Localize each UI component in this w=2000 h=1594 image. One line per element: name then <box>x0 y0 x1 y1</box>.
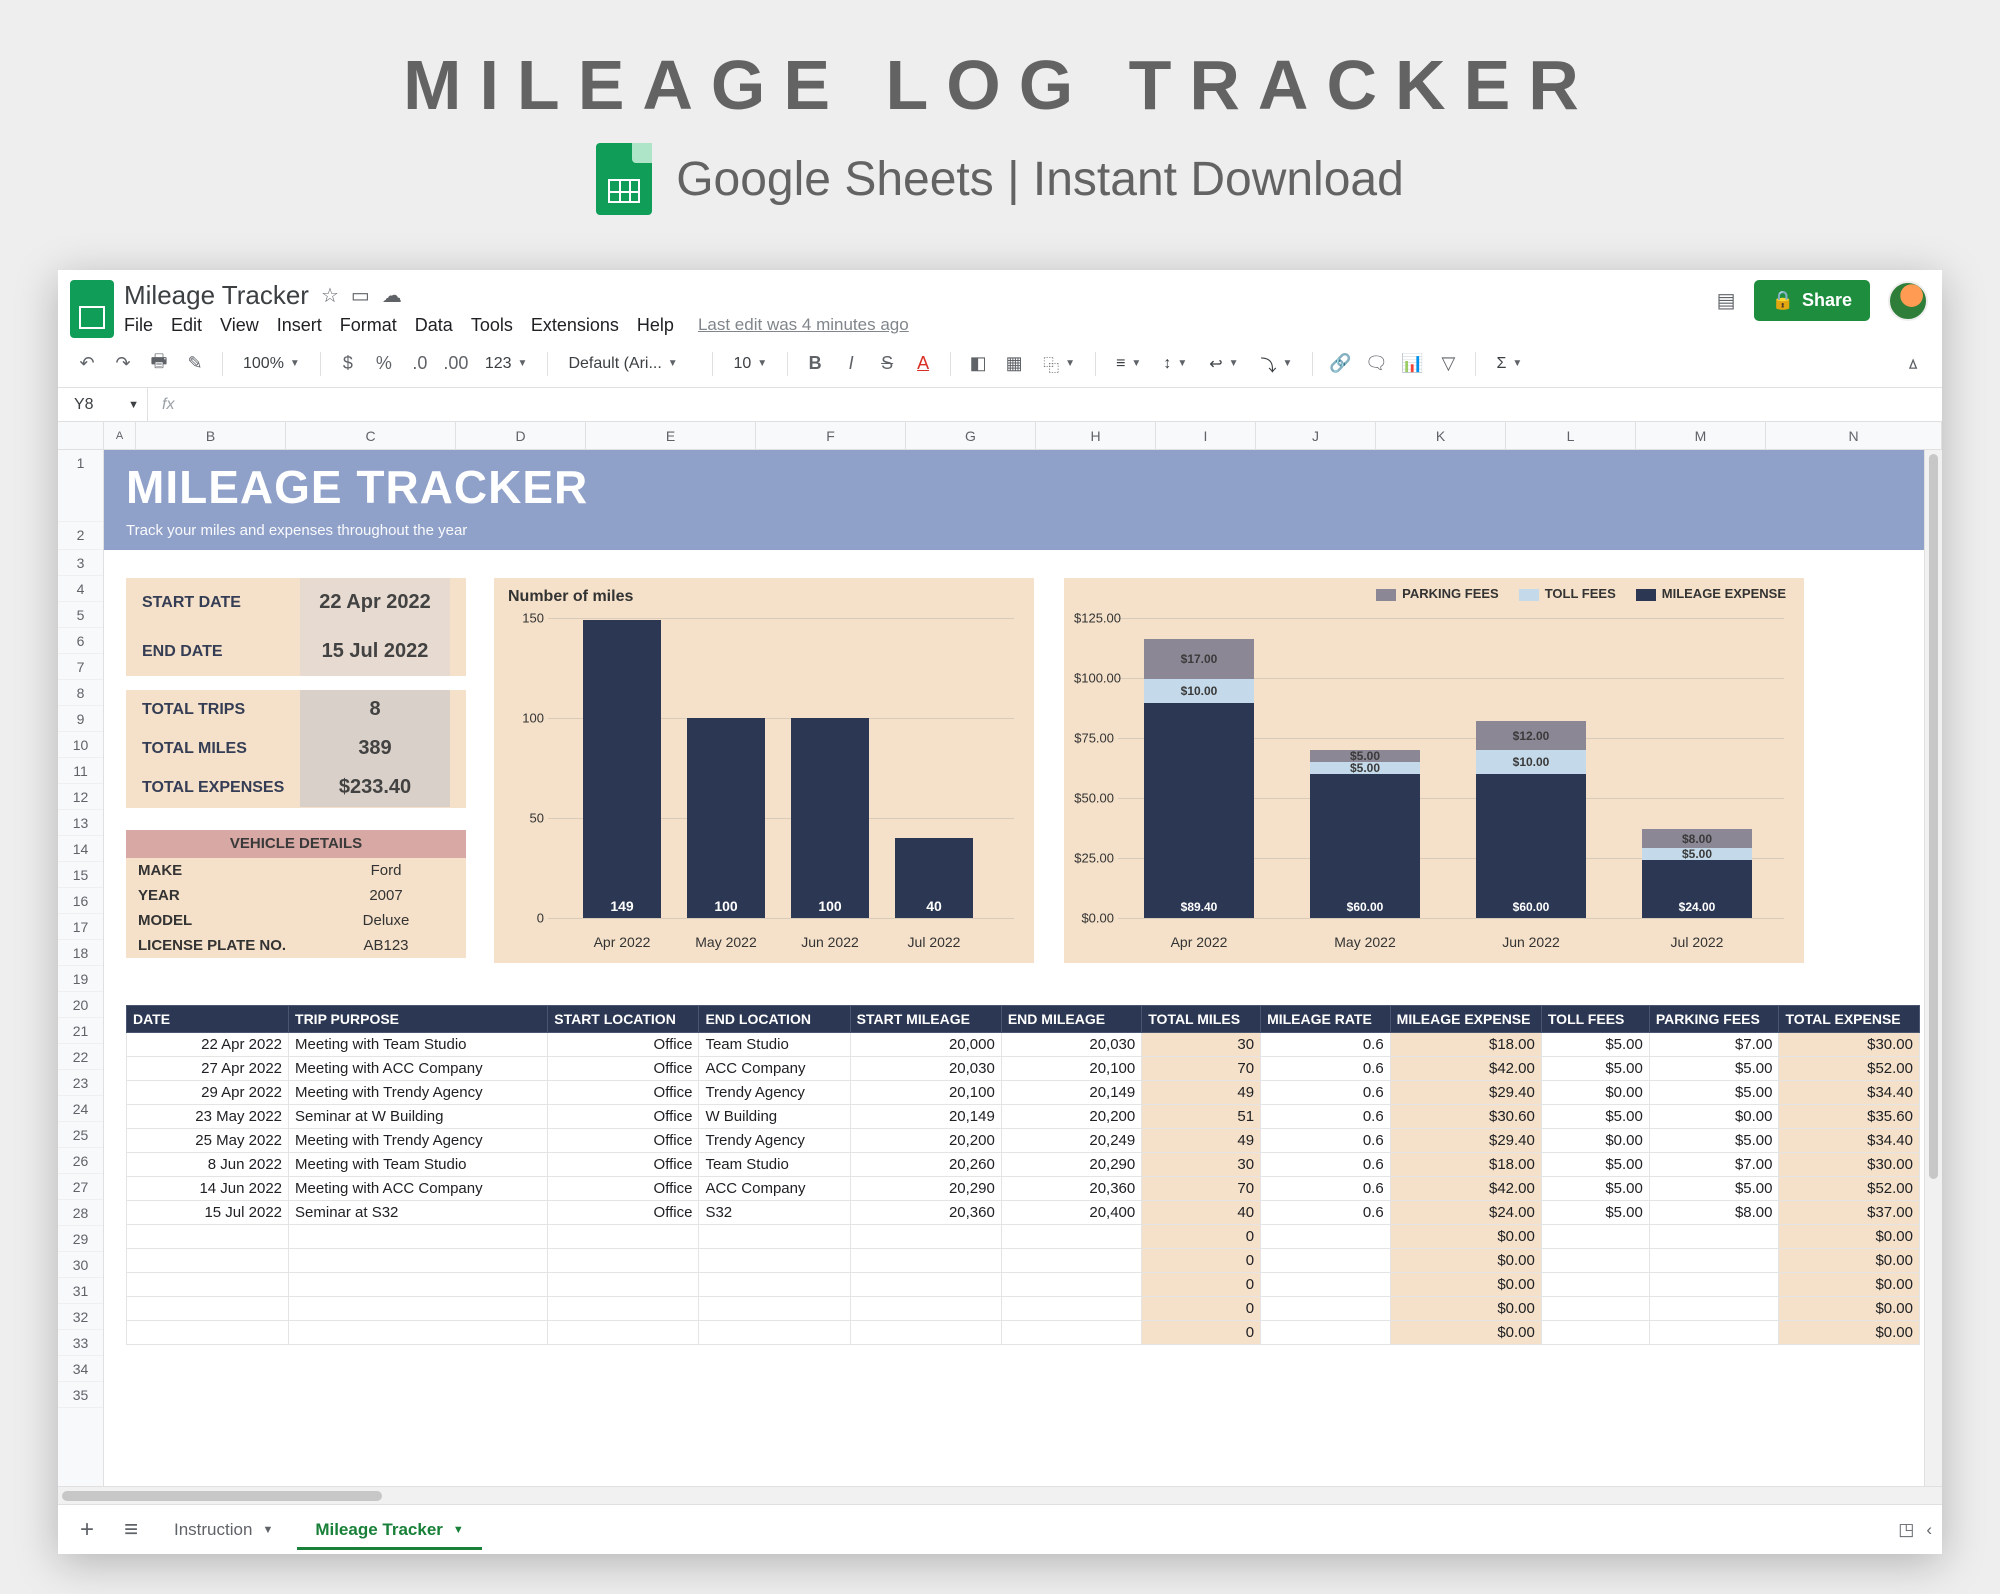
date-card: START DATE22 Apr 2022 END DATE15 Jul 202… <box>126 578 466 676</box>
sheets-doc-icon[interactable] <box>70 280 114 338</box>
vehicle-header: VEHICLE DETAILS <box>126 830 466 858</box>
strike-button[interactable]: S <box>872 349 902 379</box>
vertical-scrollbar[interactable] <box>1924 450 1942 1486</box>
menu-tools[interactable]: Tools <box>471 315 513 336</box>
halign-button[interactable]: ≡▼ <box>1108 349 1149 379</box>
data-table[interactable]: DATETRIP PURPOSESTART LOCATIONEND LOCATI… <box>126 1005 1920 1345</box>
print-button[interactable]: 🖶 <box>144 349 174 379</box>
move-icon[interactable]: ▭ <box>351 283 370 308</box>
menu-file[interactable]: File <box>124 315 153 336</box>
lock-icon: 🔒 <box>1772 290 1794 311</box>
format-123-select[interactable]: 123▼ <box>477 349 536 379</box>
add-sheet-button[interactable]: + <box>68 1511 106 1549</box>
horizontal-scrollbar[interactable] <box>58 1486 1942 1504</box>
functions-button[interactable]: Σ▼ <box>1488 349 1530 379</box>
side-collapse-icon[interactable]: ‹ <box>1926 1520 1932 1540</box>
promo-title: MILEAGE LOG TRACKER <box>0 0 2000 125</box>
fx-icon: fx <box>148 396 188 414</box>
title-banner: MILEAGE TRACKER Track your miles and exp… <box>104 450 1942 550</box>
vehicle-card: MAKEFordYEAR2007MODELDeluxeLICENSE PLATE… <box>126 858 466 958</box>
bold-button[interactable]: B <box>800 349 830 379</box>
zoom-select[interactable]: 100%▼ <box>235 349 308 379</box>
collapse-toolbar-button[interactable]: ㅿ <box>1898 349 1928 379</box>
merge-button[interactable]: ⿻▼ <box>1035 349 1083 379</box>
sheets-icon <box>596 143 652 215</box>
sheet-canvas[interactable]: MILEAGE TRACKER Track your miles and exp… <box>104 450 1942 1486</box>
sheet-tabs: + ≡ Instruction▼ Mileage Tracker▼ ◳ ‹ <box>58 1504 1942 1554</box>
comments-icon[interactable]: ▤ <box>1717 288 1736 313</box>
account-avatar[interactable] <box>1888 281 1928 321</box>
fill-color-button[interactable]: ◧ <box>963 349 993 379</box>
summary-card: TOTAL TRIPS8 TOTAL MILES389 TOTAL EXPENS… <box>126 690 466 808</box>
promo-subtitle: Google Sheets | Instant Download <box>0 143 2000 215</box>
share-label: Share <box>1802 290 1852 311</box>
miles-chart[interactable]: Number of miles 050100150149Apr 2022100M… <box>494 578 1034 963</box>
font-size-select[interactable]: 10▼ <box>725 349 775 379</box>
sheet-subtitle: Track your miles and expenses throughout… <box>126 522 1920 539</box>
row-headers[interactable]: 1234567891011121314151617181920212223242… <box>58 450 104 1486</box>
menu-data[interactable]: Data <box>415 315 453 336</box>
undo-button[interactable]: ↶ <box>72 349 102 379</box>
cloud-icon[interactable]: ☁ <box>382 283 402 308</box>
menu-extensions[interactable]: Extensions <box>531 315 619 336</box>
expense-chart[interactable]: PARKING FEES TOLL FEES MILEAGE EXPENSE $… <box>1064 578 1804 963</box>
column-headers[interactable]: A B C D E F G H I J K L M N <box>58 422 1942 450</box>
dec-decrease-button[interactable]: .0 <box>405 349 435 379</box>
comment-button[interactable]: 🗨 <box>1361 349 1391 379</box>
link-button[interactable]: 🔗 <box>1325 349 1355 379</box>
menu-edit[interactable]: Edit <box>171 315 202 336</box>
tab-mileage-tracker[interactable]: Mileage Tracker▼ <box>297 1510 481 1550</box>
menu-view[interactable]: View <box>220 315 259 336</box>
paint-format-button[interactable]: ✎ <box>180 349 210 379</box>
percent-button[interactable]: % <box>369 349 399 379</box>
valign-button[interactable]: ↕▼ <box>1155 349 1195 379</box>
all-sheets-button[interactable]: ≡ <box>112 1511 150 1549</box>
name-box[interactable]: Y8▼ <box>58 388 148 421</box>
font-select[interactable]: Default (Ari...▼ <box>560 349 700 379</box>
star-icon[interactable]: ☆ <box>321 283 339 308</box>
menu-format[interactable]: Format <box>340 315 397 336</box>
explore-button[interactable]: ◳ <box>1898 1520 1914 1540</box>
italic-button[interactable]: I <box>836 349 866 379</box>
share-button[interactable]: 🔒 Share <box>1754 280 1870 321</box>
title-bar: Mileage Tracker ☆ ▭ ☁ File Edit View Ins… <box>58 270 1942 340</box>
app-window: Mileage Tracker ☆ ▭ ☁ File Edit View Ins… <box>58 270 1942 1554</box>
wrap-button[interactable]: ↩▼ <box>1201 349 1246 379</box>
menu-bar: File Edit View Insert Format Data Tools … <box>124 315 1707 336</box>
filter-button[interactable]: ▽ <box>1433 349 1463 379</box>
doc-title[interactable]: Mileage Tracker <box>124 280 309 311</box>
rotate-button[interactable]: ⤵▼ <box>1253 349 1301 379</box>
toolbar: ↶ ↷ 🖶 ✎ 100%▼ $ % .0 .00 123▼ Default (A… <box>58 340 1942 388</box>
chart-button[interactable]: 📊 <box>1397 349 1427 379</box>
text-color-button[interactable]: A <box>908 349 938 379</box>
promo-subtitle-text: Google Sheets | Instant Download <box>676 152 1404 207</box>
sheet-title: MILEAGE TRACKER <box>126 460 1920 514</box>
chart-legend: PARKING FEES TOLL FEES MILEAGE EXPENSE <box>1376 586 1786 601</box>
currency-button[interactable]: $ <box>333 349 363 379</box>
menu-insert[interactable]: Insert <box>277 315 322 336</box>
borders-button[interactable]: ▦ <box>999 349 1029 379</box>
spreadsheet-grid[interactable]: A B C D E F G H I J K L M N 123456789101… <box>58 422 1942 1504</box>
menu-help[interactable]: Help <box>637 315 674 336</box>
dec-increase-button[interactable]: .00 <box>441 349 471 379</box>
formula-bar: Y8▼ fx <box>58 388 1942 422</box>
tab-instruction[interactable]: Instruction▼ <box>156 1510 291 1550</box>
redo-button[interactable]: ↷ <box>108 349 138 379</box>
last-edit-link[interactable]: Last edit was 4 minutes ago <box>698 315 909 336</box>
